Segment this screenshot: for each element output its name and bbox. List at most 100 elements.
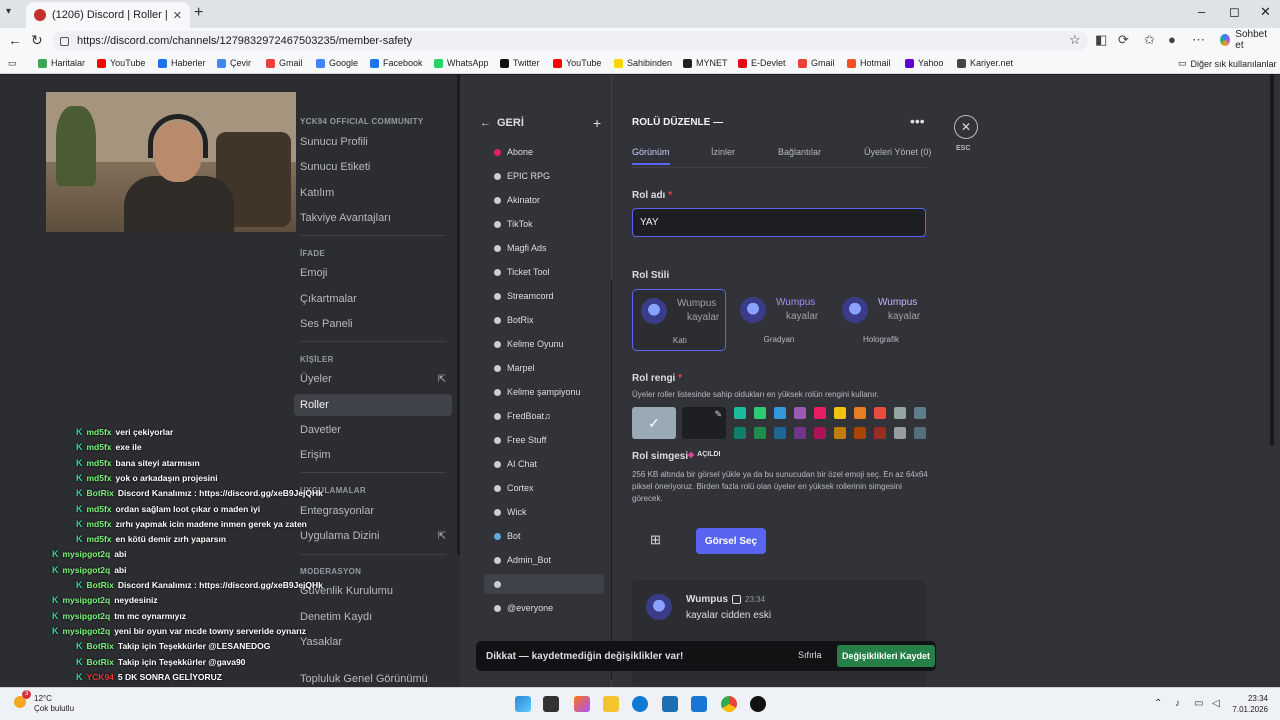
role-item[interactable]: @everyone bbox=[484, 598, 604, 618]
role-item[interactable]: TikTok bbox=[484, 214, 604, 234]
reset-button[interactable]: Sıfırla bbox=[798, 650, 822, 660]
close-tab-icon[interactable]: ✕ bbox=[173, 9, 182, 22]
bookmark-item[interactable]: YouTube bbox=[97, 58, 145, 68]
role-item[interactable]: Marpel bbox=[484, 358, 604, 378]
maximize-icon[interactable]: ◻ bbox=[1229, 4, 1240, 20]
default-color-swatch[interactable]: ✓ bbox=[632, 407, 676, 439]
bookmark-item[interactable]: Google bbox=[316, 58, 358, 68]
minimize-icon[interactable]: – bbox=[1198, 4, 1205, 19]
nav-emoji[interactable]: Emoji bbox=[294, 262, 452, 284]
color-swatch[interactable] bbox=[834, 407, 846, 419]
tab-actions-icon[interactable]: ▾ bbox=[6, 6, 11, 17]
role-item[interactable]: Admin_Bot bbox=[484, 550, 604, 570]
volume-icon[interactable]: ◁ bbox=[1212, 698, 1220, 709]
tray-overflow-icon[interactable]: ⌃ bbox=[1154, 698, 1162, 709]
role-item[interactable]: FredBoat♫ bbox=[484, 406, 604, 426]
reading-list-icon[interactable]: ▭ bbox=[8, 58, 17, 69]
close-settings-button[interactable]: ✕ bbox=[954, 115, 978, 139]
nav-invites[interactable]: Davetler bbox=[294, 419, 452, 441]
tab-links[interactable]: Bağlantılar bbox=[778, 147, 821, 157]
color-swatch[interactable] bbox=[834, 427, 846, 439]
new-tab-icon[interactable]: + bbox=[194, 4, 203, 22]
bookmark-item[interactable]: E-Devlet bbox=[738, 58, 786, 68]
outlook-icon[interactable] bbox=[691, 696, 707, 712]
role-item[interactable]: Cortex bbox=[484, 478, 604, 498]
color-swatch[interactable] bbox=[874, 407, 886, 419]
bookmark-item[interactable]: Hotmail bbox=[847, 58, 891, 68]
other-bookmarks-folder[interactable]: ▭ Diğer sık kullanılanlar bbox=[1178, 58, 1277, 69]
obs-icon[interactable] bbox=[750, 696, 766, 712]
profile-avatar-icon[interactable]: ● bbox=[1168, 32, 1176, 47]
color-swatch[interactable] bbox=[894, 427, 906, 439]
nav-access[interactable]: Erişim bbox=[294, 444, 452, 466]
role-item[interactable]: Abone bbox=[484, 142, 604, 162]
color-swatch[interactable] bbox=[734, 427, 746, 439]
bookmark-item[interactable]: MYNET bbox=[683, 58, 728, 68]
color-swatch[interactable] bbox=[794, 407, 806, 419]
role-item[interactable]: BotRix bbox=[484, 310, 604, 330]
color-swatch[interactable] bbox=[914, 407, 926, 419]
role-item[interactable]: AI Chat bbox=[484, 454, 604, 474]
role-item[interactable]: Wick bbox=[484, 502, 604, 522]
tab-manage-members[interactable]: Üyeleri Yönet (0) bbox=[864, 147, 931, 157]
color-swatch[interactable] bbox=[854, 407, 866, 419]
bookmark-item[interactable]: YouTube bbox=[553, 58, 601, 68]
save-changes-button[interactable]: Değişiklikleri Kaydet bbox=[837, 645, 935, 667]
role-item[interactable]: Bot bbox=[484, 526, 604, 546]
start-icon[interactable] bbox=[515, 696, 531, 712]
choose-image-button[interactable]: Görsel Seç bbox=[696, 528, 766, 554]
nav-stickers[interactable]: Çıkartmalar bbox=[294, 288, 452, 310]
bookmark-item[interactable]: Yahoo bbox=[905, 58, 943, 68]
style-gradient-card[interactable]: Wumpus kayalar Gradyan bbox=[732, 289, 826, 351]
edge-icon[interactable] bbox=[632, 696, 648, 712]
role-name-input[interactable] bbox=[632, 208, 926, 237]
nav-server-tag[interactable]: Sunucu Etiketi bbox=[294, 156, 452, 178]
nav-boost-perks[interactable]: Takviye Avantajları bbox=[294, 207, 452, 229]
bookmark-item[interactable]: Sahibinden bbox=[614, 58, 672, 68]
browser-tab-active[interactable]: (1206) Discord | Roller | YCK94 Offi ✕ bbox=[26, 2, 190, 28]
tab-permissions[interactable]: İzinler bbox=[711, 147, 735, 157]
nav-bans[interactable]: Yasaklar bbox=[294, 631, 452, 653]
nav-roles[interactable]: Roller bbox=[294, 394, 452, 416]
nav-onboarding[interactable]: Katılım bbox=[294, 182, 452, 204]
browser-menu-icon[interactable]: ⋯ bbox=[1192, 32, 1205, 48]
tab-display[interactable]: Görünüm bbox=[632, 147, 670, 165]
store-icon[interactable] bbox=[662, 696, 678, 712]
color-swatch[interactable] bbox=[754, 427, 766, 439]
url-field[interactable]: https://discord.com/channels/12798329724… bbox=[52, 31, 1088, 51]
back-to-roles-button[interactable]: ← GERİ bbox=[480, 117, 524, 129]
color-swatch[interactable] bbox=[914, 427, 926, 439]
color-swatch[interactable] bbox=[774, 407, 786, 419]
bookmark-item[interactable]: Haberler bbox=[158, 58, 206, 68]
nav-soundboard[interactable]: Ses Paneli bbox=[294, 313, 452, 335]
bookmark-item[interactable]: Haritalar bbox=[38, 58, 85, 68]
role-item[interactable]: Ticket Tool bbox=[484, 262, 604, 282]
page-scrollbar[interactable] bbox=[1270, 75, 1274, 445]
nav-members[interactable]: Üyeler ⇱ bbox=[294, 368, 452, 390]
bookmark-item[interactable]: Kariyer.net bbox=[957, 58, 1013, 68]
style-holographic-card[interactable]: Wumpus kayalar Holografik bbox=[834, 289, 928, 351]
color-swatch[interactable] bbox=[734, 407, 746, 419]
bookmark-item[interactable]: Twitter bbox=[500, 58, 540, 68]
image-upload-icon[interactable]: ⊞ bbox=[650, 532, 666, 548]
chrome-icon[interactable] bbox=[721, 696, 737, 712]
add-role-icon[interactable]: + bbox=[593, 115, 601, 131]
color-swatch[interactable] bbox=[854, 427, 866, 439]
nav-server-profile[interactable]: Sunucu Profili bbox=[294, 131, 452, 153]
microphone-icon[interactable]: ♪ bbox=[1175, 698, 1180, 709]
color-swatch[interactable] bbox=[814, 407, 826, 419]
style-solid-card[interactable]: Wumpus kayalar Katı bbox=[632, 289, 726, 351]
site-info-icon[interactable] bbox=[60, 36, 69, 46]
role-item[interactable]: Magfi Ads bbox=[484, 238, 604, 258]
favorite-star-icon[interactable]: ☆ bbox=[1069, 32, 1081, 48]
role-item[interactable]: Kelime şampiyonu bbox=[484, 382, 604, 402]
custom-color-swatch[interactable]: ✎ bbox=[682, 407, 726, 439]
task-view-icon[interactable] bbox=[543, 696, 559, 712]
role-item[interactable]: Streamcord bbox=[484, 286, 604, 306]
role-item[interactable]: Kelime Oyunu bbox=[484, 334, 604, 354]
bookmark-item[interactable]: Gmail bbox=[266, 58, 303, 68]
extension-icon[interactable]: ◧ bbox=[1095, 32, 1107, 48]
back-icon[interactable]: ← bbox=[8, 32, 22, 48]
bookmark-item[interactable]: Facebook bbox=[370, 58, 423, 68]
network-icon[interactable]: ▭ bbox=[1194, 698, 1203, 709]
